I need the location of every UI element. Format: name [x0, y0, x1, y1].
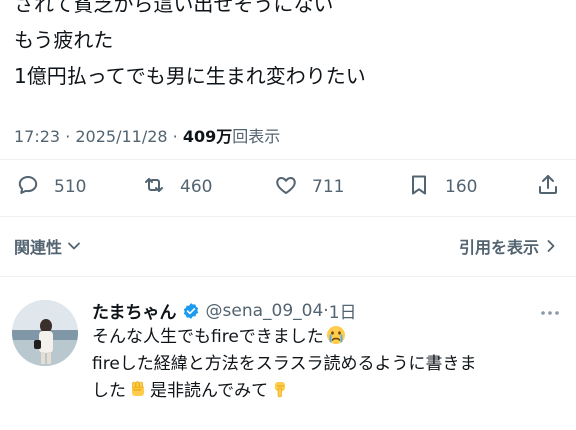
more-dots-icon[interactable] [540, 302, 560, 321]
reply-time[interactable]: 1日 [329, 298, 357, 323]
tweet-text: されて貧乏から這い出せそうにない もう疲れた 1億円払ってでも男に生まれ変わりた… [14, 0, 564, 94]
pointing-down-icon [270, 379, 290, 408]
tweet-line: もう疲れた [14, 28, 114, 52]
views-count: 409万 [182, 127, 233, 146]
divider [0, 276, 576, 277]
tweet-line-cut: されて貧乏から這い出せそうにない [14, 0, 334, 16]
divider [0, 216, 576, 217]
view-quotes-link[interactable]: 引用を表示 [459, 234, 558, 258]
tweet-meta: 17:23 · 2025/11/28 · 409万回表示 [14, 123, 280, 147]
reply-count: 510 [54, 177, 87, 197]
crying-face-icon [326, 325, 346, 354]
bookmark-count: 160 [445, 177, 478, 197]
views-label: 回表示 [232, 127, 281, 146]
bookmark-button[interactable]: 160 [407, 168, 477, 206]
reply-text: そんな人生でもfireできました fireした経緯と方法をスラスラ読めるように書… [92, 324, 568, 405]
reply-author-name[interactable]: たまちゃん [92, 298, 177, 323]
chevron-down-icon [67, 239, 81, 253]
raised-fist-icon [128, 379, 148, 408]
divider [0, 159, 576, 160]
reply-line: 是非読んでみて [150, 381, 269, 401]
heart-icon [274, 173, 298, 201]
speech-bubble-icon [16, 173, 40, 201]
repost-count: 460 [180, 177, 213, 197]
like-count: 711 [312, 177, 345, 197]
reply-line: fireした経緯と方法をスラスラ読めるように書きま [92, 354, 477, 374]
share-button[interactable] [536, 168, 560, 206]
avatar[interactable] [12, 300, 78, 366]
repost-button[interactable]: 460 [142, 168, 212, 206]
tweet-line: 1億円払ってでも男に生まれ変わりたい [14, 64, 366, 88]
verified-badge-icon [182, 302, 200, 320]
sort-label: 関連性 [14, 238, 63, 257]
sort-dropdown[interactable]: 関連性 [14, 234, 81, 258]
reply-header: たまちゃん @sena_09_04 · 1日 [92, 298, 357, 324]
reply-button[interactable]: 510 [16, 168, 86, 206]
view-quotes-label: 引用を表示 [458, 238, 539, 257]
like-button[interactable]: 711 [274, 168, 344, 206]
reply-line: そんな人生でもfireできました [92, 327, 324, 347]
chevron-right-icon [544, 239, 558, 253]
action-bar: 510 460 711 160 [0, 168, 576, 206]
reply-handle[interactable]: @sena_09_04 [206, 301, 324, 321]
share-upload-icon [536, 173, 560, 201]
repost-arrows-icon [142, 173, 166, 201]
reply-line: した [92, 381, 126, 401]
bookmark-icon [407, 173, 431, 201]
tweet-timestamp[interactable]: 17:23 · 2025/11/28 · [14, 127, 183, 146]
